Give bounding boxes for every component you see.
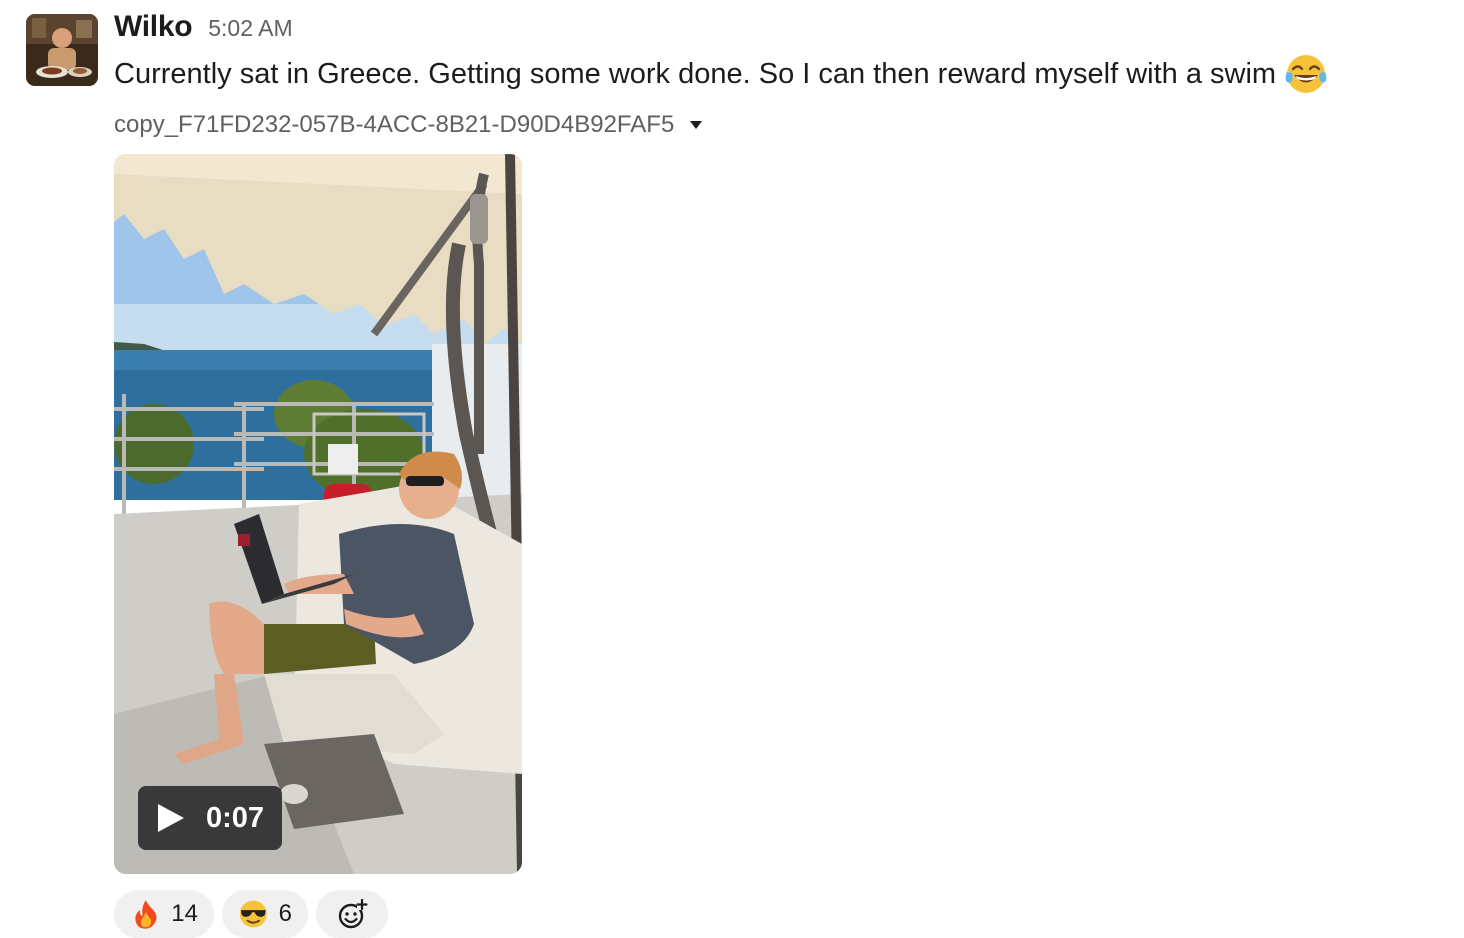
reaction-sunglasses[interactable]: 6 (222, 890, 308, 938)
video-thumbnail (114, 154, 522, 874)
video-duration: 0:07 (206, 801, 265, 834)
caret-down-icon[interactable] (690, 121, 703, 129)
attachment-title[interactable]: copy_F71FD232-057B-4ACC-8B21-D90D4B92FAF… (114, 106, 703, 144)
message-header: Wilko 5:02 AM (114, 10, 293, 50)
avatar[interactable] (26, 14, 98, 86)
reaction-fire[interactable]: 14 (114, 890, 214, 938)
joy-emoji-icon (1285, 55, 1327, 93)
video-player[interactable]: 0:07 (114, 154, 522, 874)
message-timestamp[interactable]: 5:02 AM (208, 15, 292, 42)
avatar-image (26, 14, 98, 86)
attachment-file-name[interactable]: copy_F71FD232-057B-4ACC-8B21-D90D4B92FAF… (114, 111, 674, 139)
add-reaction-icon (338, 898, 368, 929)
message-body: Currently sat in Greece. Getting some wo… (114, 52, 1328, 96)
video-play-button[interactable]: 0:07 (138, 786, 282, 850)
add-reaction-button[interactable] (316, 890, 388, 938)
message-text: Currently sat in Greece. Getting some wo… (114, 58, 1277, 90)
message: Wilko 5:02 AM Currently sat in Greece. G… (0, 0, 1464, 938)
play-icon (158, 804, 184, 832)
author-name[interactable]: Wilko (114, 10, 193, 44)
sunglasses-emoji-icon (239, 900, 267, 928)
fire-emoji-icon (135, 900, 157, 929)
reaction-count: 6 (278, 900, 292, 927)
reactions-bar: 14 6 (114, 890, 388, 938)
reaction-count: 14 (171, 900, 198, 927)
